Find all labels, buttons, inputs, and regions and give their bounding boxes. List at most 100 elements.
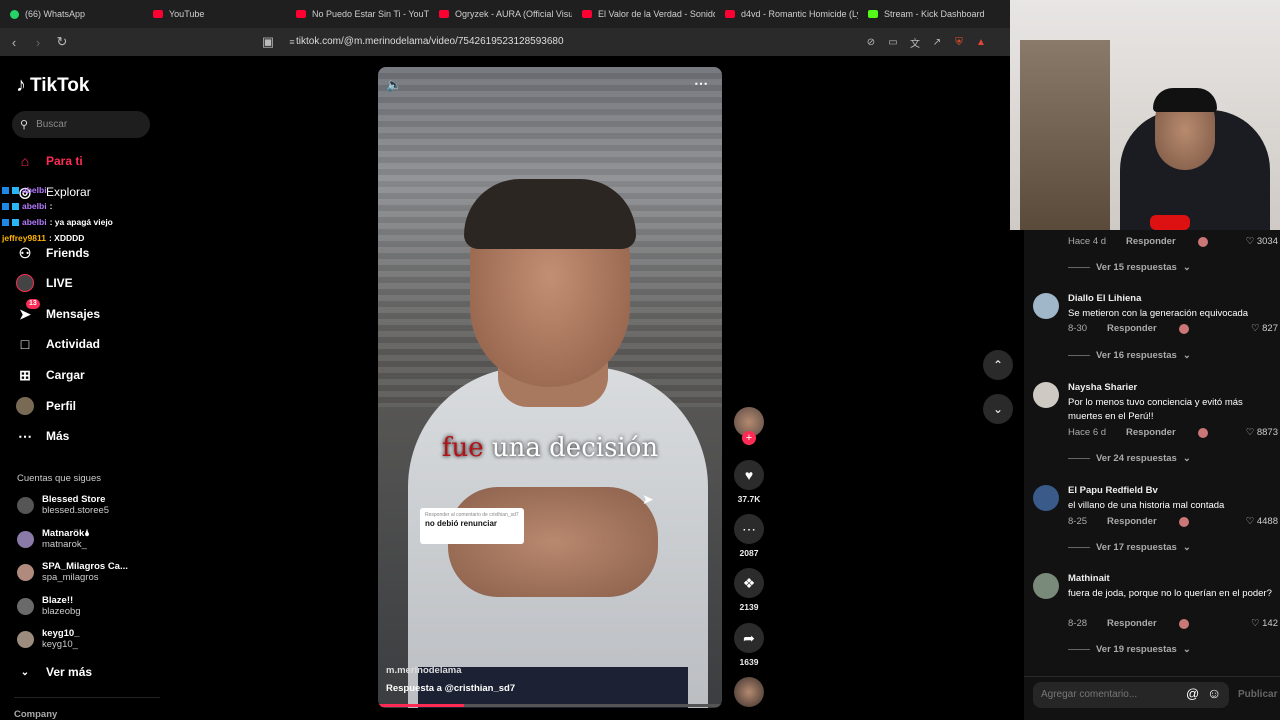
chat-user: abelbi bbox=[22, 217, 47, 227]
author-avatar-button[interactable]: + bbox=[734, 407, 764, 445]
following-item[interactable]: keyg10_ keyg10_ bbox=[17, 628, 80, 650]
follow-plus-icon[interactable]: + bbox=[742, 431, 756, 445]
like-button[interactable]: ♥ 37.7K bbox=[734, 460, 764, 504]
comment-like[interactable]: ♡ 8873 bbox=[1246, 427, 1278, 438]
sidebar-divider bbox=[14, 697, 160, 698]
nav-item-live[interactable]: LIVE bbox=[16, 274, 73, 292]
avatar[interactable] bbox=[1033, 293, 1059, 319]
screen-icon[interactable]: ▭ bbox=[884, 33, 902, 51]
following-item[interactable]: SPA_Milagros Ca... spa_milagros bbox=[17, 561, 128, 583]
following-name: Blaze!! bbox=[42, 595, 74, 606]
nav-item-perfil[interactable]: Perfil bbox=[16, 397, 76, 415]
comment-like[interactable]: ♡ 827 bbox=[1251, 323, 1278, 334]
tab-label: Stream - Kick Dashboard bbox=[884, 9, 985, 19]
video-progress-bar[interactable] bbox=[378, 704, 722, 707]
next-video-button[interactable]: ⌄ bbox=[983, 394, 1013, 424]
see-replies-button[interactable]: Ver 17 respuestas ⌄ bbox=[1068, 542, 1191, 553]
previous-video-button[interactable]: ⌃ bbox=[983, 350, 1013, 380]
comment-author[interactable]: Diallo El Lihiena bbox=[1068, 293, 1141, 304]
save-button[interactable]: ❖ 2139 bbox=[734, 568, 764, 612]
browser-tab[interactable]: (66) WhatsApp bbox=[0, 0, 143, 28]
comment-button[interactable]: ⋯ 2087 bbox=[734, 514, 764, 558]
see-replies-button[interactable]: Ver 16 respuestas ⌄ bbox=[1068, 350, 1191, 361]
tab-favicon-icon bbox=[582, 10, 592, 18]
chat-message: abelbi: bbox=[2, 201, 52, 211]
avatar[interactable] bbox=[1033, 485, 1059, 511]
see-more-label: Ver más bbox=[46, 665, 93, 679]
author-like-avatar bbox=[1197, 236, 1208, 247]
mention-icon[interactable]: @ bbox=[1186, 686, 1199, 701]
nav-label: Perfil bbox=[46, 399, 77, 413]
reload-icon[interactable]: ↻ bbox=[52, 32, 72, 52]
publish-button[interactable]: Publicar bbox=[1238, 689, 1277, 700]
live-icon bbox=[16, 274, 34, 292]
avatar bbox=[17, 597, 34, 615]
browser-tab[interactable]: Ogryzek - AURA (Official Visua bbox=[429, 0, 572, 28]
comment-author[interactable]: Naysha Sharier bbox=[1068, 382, 1137, 393]
back-icon[interactable]: ‹ bbox=[4, 32, 24, 52]
see-replies-button[interactable]: Ver 19 respuestas ⌄ bbox=[1068, 644, 1191, 655]
comment-like[interactable]: ♡ 3034 bbox=[1246, 236, 1278, 247]
brave-rewards-icon[interactable]: ▲ bbox=[972, 33, 990, 51]
video-player[interactable]: 🔈 ⋯ fue una decisión Responder al coment… bbox=[378, 67, 722, 708]
logo-text: TikTok bbox=[30, 74, 90, 96]
brave-shield-icon[interactable]: ⛨ bbox=[950, 33, 968, 51]
following-item[interactable]: Matnarök🌢 matnarok_ bbox=[17, 528, 90, 550]
browser-tab[interactable]: d4vd - Romantic Homicide (Lyr bbox=[715, 0, 858, 28]
comment-item: Hace 4 d Responder ♡ 3034 Ver 15 respuest… bbox=[1033, 234, 1278, 274]
caption-highlight: fue bbox=[441, 433, 484, 463]
reply-button[interactable]: Responder bbox=[1126, 427, 1176, 438]
no-tracking-icon[interactable]: ⊘ bbox=[862, 33, 880, 51]
see-more-following[interactable]: ⌄ Ver más bbox=[16, 663, 92, 681]
comment-icon: ⋯ bbox=[734, 514, 764, 544]
nav-item-friends[interactable]: ⚇ Friends bbox=[16, 244, 90, 262]
see-replies-label: Ver 15 respuestas bbox=[1096, 262, 1177, 273]
tiktok-logo[interactable]: ♪ TikTok bbox=[16, 74, 89, 97]
browser-tab[interactable]: Stream - Kick Dashboard bbox=[858, 0, 1001, 28]
nav-label: Más bbox=[46, 429, 70, 443]
see-replies-label: Ver 19 respuestas bbox=[1096, 644, 1177, 655]
following-item[interactable]: Blaze!! blazeobg bbox=[17, 595, 81, 617]
video-author[interactable]: m.merinodelama bbox=[386, 665, 462, 676]
reply-button[interactable]: Responder bbox=[1107, 323, 1157, 334]
comment-like[interactable]: ♡ 142 bbox=[1251, 618, 1278, 629]
nav-item-mensajes[interactable]: ➤ 13 Mensajes bbox=[16, 299, 100, 323]
company-link[interactable]: Company bbox=[14, 709, 57, 720]
translate-icon[interactable]: 文 bbox=[906, 33, 924, 51]
search-input[interactable]: ⚲ Buscar bbox=[12, 111, 150, 138]
chat-badge-icon bbox=[12, 186, 19, 194]
reply-button[interactable]: Responder bbox=[1126, 236, 1176, 247]
comment-input[interactable]: Agregar comentario... bbox=[1033, 682, 1229, 708]
reply-button[interactable]: Responder bbox=[1107, 516, 1157, 527]
see-replies-button[interactable]: Ver 24 respuestas ⌄ bbox=[1068, 453, 1191, 464]
comment-item: Mathinait fuera de joda, porque no lo qu… bbox=[1033, 573, 1278, 663]
nav-item-mas[interactable]: ⋯ Más bbox=[16, 427, 69, 445]
browser-tab[interactable]: YouTube bbox=[143, 0, 286, 28]
chat-user: abelbi bbox=[22, 185, 47, 195]
browser-tab[interactable]: El Valor de la Verdad - Sonido bbox=[572, 0, 715, 28]
reply-button[interactable]: Responder bbox=[1107, 618, 1157, 629]
emoji-icon[interactable]: ☺ bbox=[1207, 685, 1221, 701]
more-options-icon[interactable]: ⋯ bbox=[694, 75, 708, 92]
nav-item-actividad[interactable]: □ Actividad bbox=[16, 335, 100, 353]
comment-author[interactable]: El Papu Redfield Bv bbox=[1068, 485, 1158, 496]
share-button[interactable]: ➦ 1639 bbox=[734, 623, 764, 667]
forward-icon[interactable]: › bbox=[28, 32, 48, 52]
following-item[interactable]: Blessed Store blessed.storee5 bbox=[17, 494, 109, 516]
url-field[interactable]: tiktok.com/@m.merinodelama/video/7542619… bbox=[296, 36, 564, 47]
comment-author[interactable]: Mathinait bbox=[1068, 573, 1110, 584]
comment-like[interactable]: ♡ 4488 bbox=[1246, 516, 1278, 527]
browser-tab[interactable]: No Puedo Estar Sin Ti - YouTub bbox=[286, 0, 429, 28]
comment-time: Hace 4 d bbox=[1068, 236, 1107, 247]
share-icon[interactable]: ↗ bbox=[928, 33, 946, 51]
divider bbox=[1068, 649, 1090, 650]
bookmark-icon[interactable]: ▣ bbox=[258, 32, 278, 52]
nav-item-cargar[interactable]: ⊞ Cargar bbox=[16, 366, 85, 384]
see-replies-button[interactable]: Ver 15 respuestas ⌄ bbox=[1068, 262, 1191, 273]
nav-item-para-ti[interactable]: ⌂ Para ti bbox=[16, 152, 83, 170]
volume-icon[interactable]: 🔈 bbox=[386, 77, 402, 93]
avatar[interactable] bbox=[1033, 573, 1059, 599]
avatar[interactable] bbox=[1033, 382, 1059, 408]
sound-disc-button[interactable] bbox=[734, 677, 764, 707]
reply-sticker: Responder al comentario de cristhian_sd7… bbox=[420, 508, 524, 544]
